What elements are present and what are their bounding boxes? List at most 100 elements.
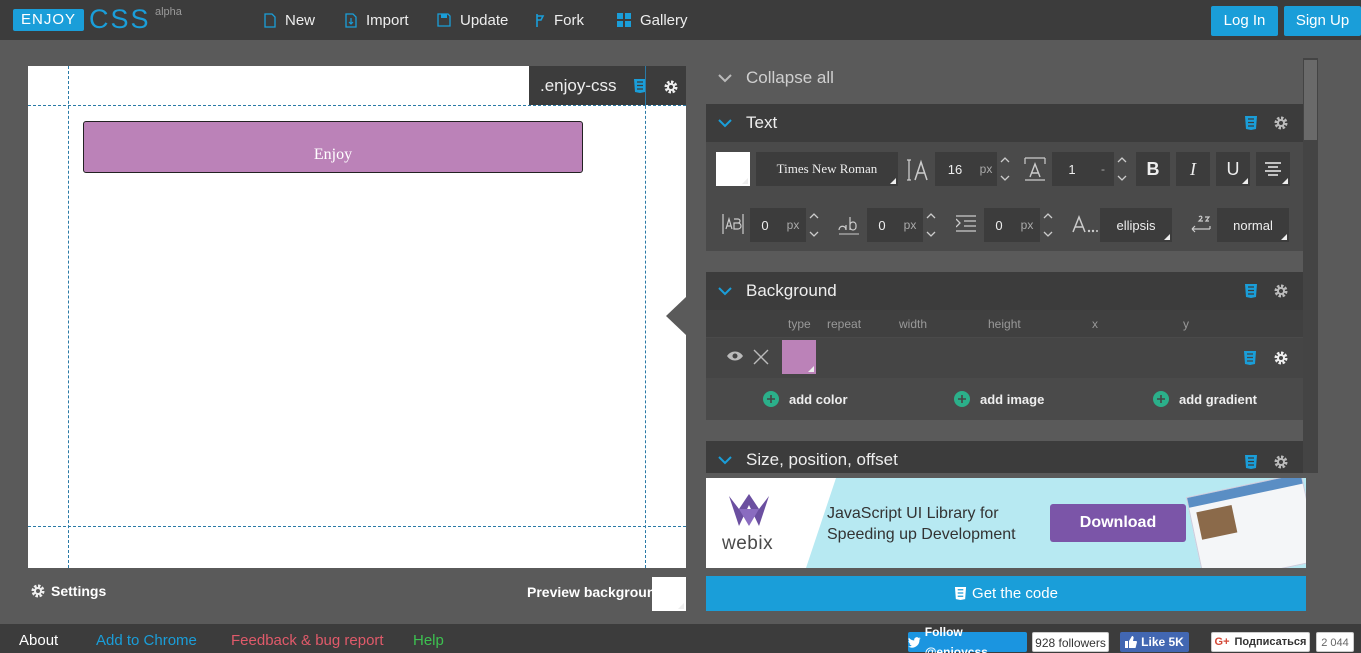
- letter-spacing-unit[interactable]: px: [780, 208, 806, 242]
- background-color-swatch[interactable]: [782, 340, 816, 374]
- collapse-all-button[interactable]: Collapse all: [718, 66, 834, 90]
- word-spacing-unit[interactable]: px: [897, 208, 923, 242]
- logo-enjoy[interactable]: ENJOY: [13, 9, 84, 31]
- add-image-label: add image: [980, 391, 1045, 407]
- section-background-title: Background: [746, 281, 837, 300]
- text-align-select[interactable]: [1256, 152, 1290, 186]
- line-height-stepper[interactable]: [1116, 154, 1128, 184]
- gear-icon[interactable]: [1273, 350, 1289, 366]
- gear-icon[interactable]: [1273, 115, 1289, 131]
- text-indent-input[interactable]: 0: [984, 208, 1014, 242]
- section-size-title: Size, position, offset: [746, 450, 898, 469]
- align-center-icon: [1265, 162, 1281, 176]
- nav-import[interactable]: Import: [345, 0, 409, 40]
- nav-new[interactable]: New: [264, 0, 315, 40]
- gear-icon[interactable]: [1273, 283, 1289, 299]
- nav-gallery-label: Gallery: [640, 11, 688, 29]
- underline-select[interactable]: U: [1216, 152, 1250, 186]
- webix-brand: webix: [722, 533, 774, 554]
- css3-icon[interactable]: [1244, 283, 1258, 299]
- gear-icon[interactable]: [663, 79, 679, 95]
- css3-icon: [954, 587, 967, 600]
- save-icon: [437, 13, 451, 27]
- add-gradient-button[interactable]: add gradient: [1153, 391, 1257, 407]
- word-spacing-icon: [838, 217, 859, 235]
- enjoy-preview-button[interactable]: Enjoy: [83, 121, 583, 173]
- line-height-input[interactable]: 1: [1052, 152, 1092, 186]
- letter-spacing-stepper[interactable]: [808, 210, 820, 240]
- line-height-icon: [1024, 157, 1046, 181]
- fork-icon: [536, 13, 545, 27]
- font-size-unit[interactable]: px: [975, 152, 997, 186]
- letter-spacing-input[interactable]: 0: [750, 208, 780, 242]
- ad-text: JavaScript UI Library for Speeding up De…: [827, 503, 1016, 545]
- eye-icon[interactable]: [726, 350, 744, 362]
- preview-background-label: Preview background: [527, 584, 664, 600]
- font-family-select[interactable]: Times New Roman: [756, 152, 898, 186]
- font-size-icon: [907, 159, 928, 181]
- white-space-icon: [1191, 215, 1211, 233]
- section-background-header[interactable]: Background: [706, 272, 1306, 310]
- logo-alpha-tag: alpha: [155, 6, 182, 18]
- css3-icon[interactable]: [1243, 350, 1257, 366]
- italic-toggle[interactable]: I: [1176, 152, 1210, 186]
- font-size-stepper[interactable]: [999, 154, 1011, 184]
- grid-icon: [617, 13, 631, 27]
- webix-ad-banner[interactable]: webix JavaScript UI Library for Speeding…: [706, 478, 1306, 568]
- text-indent-unit[interactable]: px: [1014, 208, 1040, 242]
- footer-about-link[interactable]: About: [19, 624, 58, 653]
- word-spacing-stepper[interactable]: [925, 210, 937, 240]
- text-indent-stepper[interactable]: [1042, 210, 1054, 240]
- panel-scrollbar-thumb[interactable]: [1304, 60, 1317, 140]
- css3-icon[interactable]: [1244, 115, 1258, 131]
- preview-background-swatch[interactable]: [652, 577, 686, 611]
- facebook-like-label: Like 5K: [1141, 635, 1184, 649]
- chevron-down-icon: [718, 286, 732, 295]
- nav-update[interactable]: Update: [437, 0, 508, 40]
- footer-chrome-link[interactable]: Add to Chrome: [96, 624, 197, 653]
- add-gradient-label: add gradient: [1179, 391, 1258, 407]
- guide-top: [28, 105, 686, 106]
- twitter-follow-button[interactable]: Follow @enjoycss: [908, 625, 1027, 653]
- gear-icon[interactable]: [1273, 454, 1289, 470]
- login-button[interactable]: Log In: [1211, 6, 1278, 36]
- remove-layer-icon[interactable]: [753, 349, 769, 365]
- white-space-select[interactable]: normal: [1217, 208, 1289, 242]
- nav-update-label: Update: [460, 11, 509, 29]
- text-overflow-select[interactable]: ellipsis: [1100, 208, 1172, 242]
- chevron-down-icon: [718, 73, 732, 82]
- word-spacing-input[interactable]: 0: [867, 208, 897, 242]
- nav-import-label: Import: [366, 11, 409, 29]
- nav-fork[interactable]: Fork: [535, 0, 584, 40]
- add-image-button[interactable]: add image: [954, 391, 1044, 407]
- gplus-subscribe-button[interactable]: G+ Подписаться: [1211, 632, 1310, 652]
- twitter-followers-count: 928 followers: [1032, 632, 1109, 652]
- plus-circle-icon: [954, 391, 970, 407]
- line-height-unit[interactable]: -: [1092, 152, 1114, 186]
- webix-logo-icon: [729, 494, 769, 526]
- text-indent-icon: [956, 215, 976, 232]
- ad-download-button[interactable]: Download: [1050, 504, 1186, 542]
- get-code-label: Get the code: [972, 585, 1058, 602]
- plus-circle-icon: [1153, 391, 1169, 407]
- bold-toggle[interactable]: B: [1136, 152, 1170, 186]
- css3-icon[interactable]: [1244, 454, 1258, 470]
- footer-help-link[interactable]: Help: [413, 624, 444, 653]
- signup-button[interactable]: Sign Up: [1284, 6, 1361, 36]
- text-color-swatch[interactable]: [716, 152, 750, 186]
- section-size-header[interactable]: Size, position, offset: [706, 441, 1306, 473]
- footer-feedback-link[interactable]: Feedback & bug report: [231, 624, 384, 653]
- section-text-header[interactable]: Text: [706, 104, 1306, 142]
- col-y: y: [1183, 317, 1189, 331]
- selector-name[interactable]: .enjoy-css: [540, 66, 617, 105]
- font-size-input[interactable]: 16: [935, 152, 975, 186]
- settings-label: Settings: [51, 583, 107, 599]
- logo-css[interactable]: CSS: [89, 4, 151, 34]
- facebook-like-button[interactable]: Like 5K: [1120, 632, 1189, 652]
- collapse-all-label: Collapse all: [746, 68, 834, 87]
- add-color-button[interactable]: add color: [763, 391, 848, 407]
- nav-gallery[interactable]: Gallery: [617, 0, 688, 40]
- get-code-button[interactable]: Get the code: [706, 576, 1306, 611]
- settings-button[interactable]: Settings: [30, 583, 106, 599]
- plus-circle-icon: [763, 391, 779, 407]
